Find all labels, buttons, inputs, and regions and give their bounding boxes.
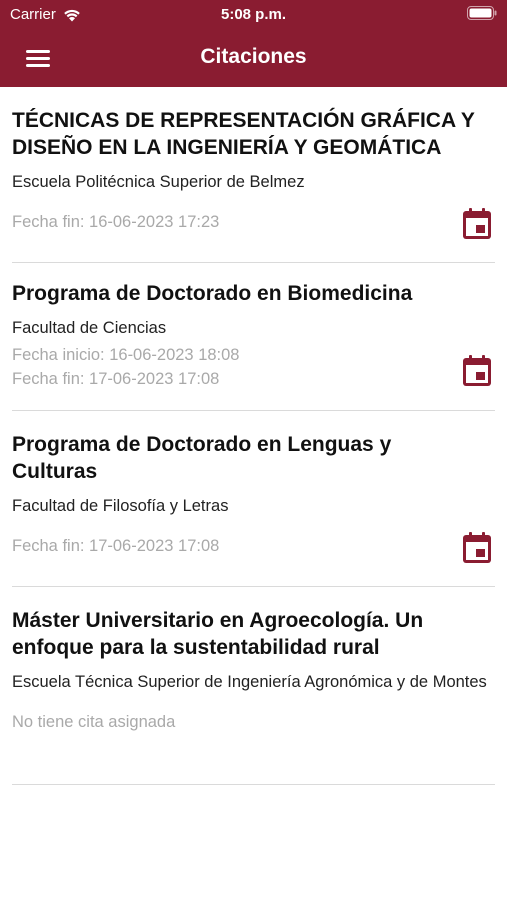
citation-title: TÉCNICAS DE REPRESENTACIÓN GRÁFICA Y DIS…	[12, 109, 475, 159]
app-screen: Carrier 5:08 p.m. Citaciones TÉCNICAS DE…	[0, 0, 507, 900]
calendar-icon[interactable]	[461, 354, 493, 388]
citation-date-end: Fecha fin: 17-06-2023 17:08	[12, 370, 220, 388]
citation-date-end: Fecha fin: 17-06-2023 17:08	[12, 537, 220, 555]
citation-item[interactable]: Programa de Doctorado en Lenguas y Cultu…	[0, 411, 507, 587]
citation-item[interactable]: Programa de Doctorado en Biomedicina Fac…	[0, 263, 507, 411]
divider	[12, 784, 495, 785]
citations-list: TÉCNICAS DE REPRESENTACIÓN GRÁFICA Y DIS…	[0, 87, 507, 785]
battery-icon	[467, 6, 497, 20]
citation-center: Facultad de Filosofía y Letras	[12, 497, 229, 515]
calendar-icon[interactable]	[461, 531, 493, 565]
citation-item[interactable]: TÉCNICAS DE REPRESENTACIÓN GRÁFICA Y DIS…	[0, 87, 507, 263]
citation-title: Máster Universitario en Agroecología. Un…	[12, 609, 424, 659]
citation-no-appointment: No tiene cita asignada	[12, 713, 176, 731]
citation-center: Escuela Politécnica Superior de Belmez	[12, 173, 305, 191]
page-title: Citaciones	[200, 45, 307, 68]
citation-title: Programa de Doctorado en Biomedicina	[12, 282, 413, 305]
navigation-bar: Citaciones	[0, 30, 507, 87]
status-bar: Carrier 5:08 p.m.	[0, 0, 507, 30]
citation-date-end: Fecha fin: 16-06-2023 17:23	[12, 213, 220, 231]
citation-center: Facultad de Ciencias	[12, 319, 167, 337]
citation-center: Escuela Técnica Superior de Ingeniería A…	[12, 673, 487, 691]
citation-date-start: Fecha inicio: 16-06-2023 18:08	[12, 346, 240, 364]
status-time: 5:08 p.m.	[220, 6, 287, 23]
citation-item[interactable]: Máster Universitario en Agroecología. Un…	[0, 587, 507, 785]
calendar-icon[interactable]	[461, 207, 493, 241]
citation-title: Programa de Doctorado en Lenguas y Cultu…	[12, 433, 392, 483]
top-bar: Carrier 5:08 p.m. Citaciones	[0, 0, 507, 87]
